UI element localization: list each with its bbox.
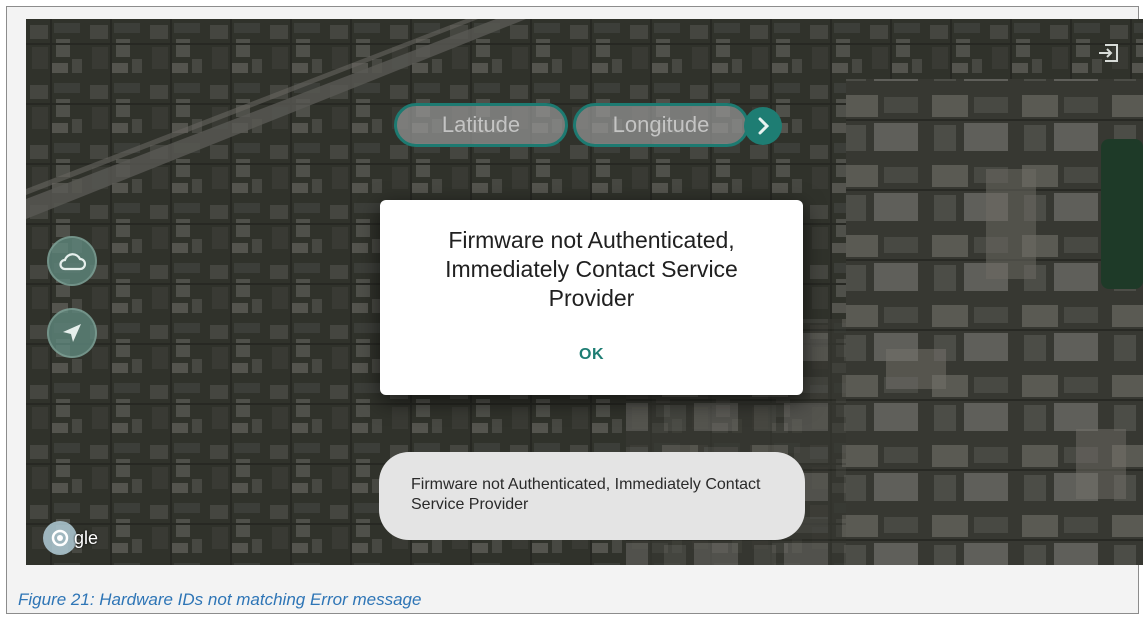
latitude-input[interactable]: Latitude [394,103,568,147]
map-attribution: gle [43,521,99,555]
navigation-arrow-icon [63,324,81,342]
toast-message: Firmware not Authenticated, Immediately … [379,452,805,540]
navigate-button[interactable] [47,308,97,358]
gps-target-icon [51,529,69,547]
exit-button[interactable] [1095,39,1123,67]
chevron-right-icon [758,117,770,135]
app-screen: Latitude Longitude Firmware not Authenti… [26,19,1143,565]
cloud-icon [59,253,86,271]
toast-text: Firmware not Authenticated, Immediately … [411,476,761,513]
longitude-input[interactable]: Longitude [573,103,749,147]
recenter-button[interactable] [43,521,77,555]
cloud-button[interactable] [47,236,97,286]
ok-button[interactable]: OK [380,346,803,364]
error-dialog: Firmware not Authenticated, Immediately … [380,200,803,395]
go-button[interactable] [744,107,782,145]
dialog-message: Firmware not Authenticated, Immediately … [445,227,738,311]
exit-icon [1099,44,1118,62]
figure-frame: Latitude Longitude Firmware not Authenti… [6,6,1143,614]
google-logo-text: gle [74,527,99,548]
figure-caption: Figure 21: Hardware IDs not matching Err… [18,590,422,609]
